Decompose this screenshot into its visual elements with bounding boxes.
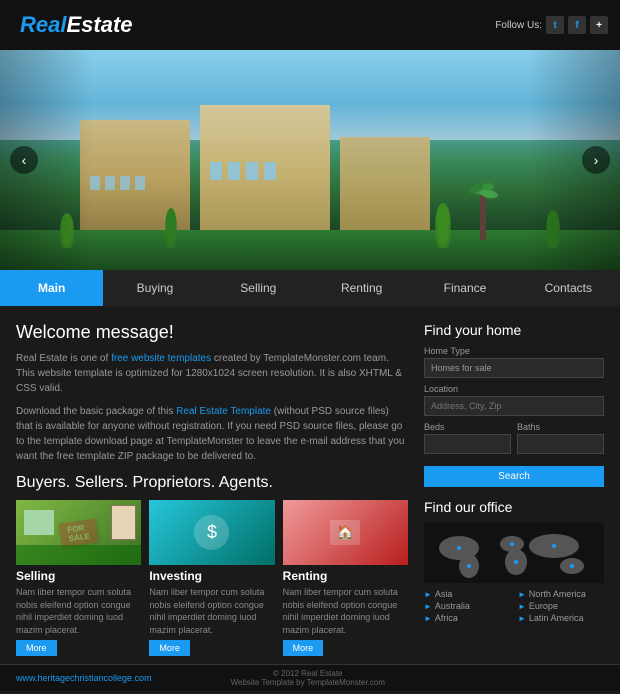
australia-label: Australia	[435, 601, 470, 611]
footer-url: www.heritagechristiancollege.com	[16, 673, 152, 683]
footer: www.heritagechristiancollege.com © 2012 …	[0, 664, 620, 691]
footer-copyright: © 2012 Real Estate	[231, 669, 385, 678]
real-estate-template-link[interactable]: Real Estate Template	[176, 406, 271, 417]
office-col-right: ► North America ► Europe ► Latin America	[518, 589, 604, 625]
welcome-text-1: Real Estate is one of free website templ…	[16, 351, 408, 396]
north-america-arrow-icon: ►	[518, 590, 526, 599]
beds-label: Beds	[424, 422, 511, 432]
region-asia: ► Asia	[424, 589, 510, 599]
hero-banner: ‹ ›	[0, 50, 620, 270]
investing-card-image: $	[149, 500, 274, 565]
region-latin-america: ► Latin America	[518, 613, 604, 623]
logo-box: RealEstate	[12, 8, 141, 42]
nav-finance[interactable]: Finance	[413, 270, 516, 306]
footer-center: © 2012 Real Estate Website Template by T…	[231, 669, 385, 687]
asia-arrow-icon: ►	[424, 590, 432, 599]
latin-america-label: Latin America	[529, 613, 584, 623]
latin-america-arrow-icon: ►	[518, 614, 526, 623]
selling-title: Selling	[16, 569, 141, 583]
world-map	[424, 523, 604, 583]
twitter-icon[interactable]: t	[546, 16, 564, 34]
renting-more-button[interactable]: More	[283, 640, 324, 656]
welcome-text-2: Download the basic package of this Real …	[16, 404, 408, 464]
facebook-icon[interactable]: f	[568, 16, 586, 34]
baths-label: Baths	[517, 422, 604, 432]
investing-title: Investing	[149, 569, 274, 583]
nav-renting[interactable]: Renting	[310, 270, 413, 306]
investing-text: Nam liber tempor cum soluta nobis eleife…	[149, 586, 274, 636]
find-office-section: Find our office	[424, 499, 604, 625]
region-africa: ► Africa	[424, 613, 510, 623]
nav-main[interactable]: Main	[0, 270, 103, 306]
renting-title: Renting	[283, 569, 408, 583]
welcome-title: Welcome message!	[16, 322, 408, 343]
main-content: Welcome message! Real Estate is one of f…	[16, 322, 424, 656]
hero-prev-button[interactable]: ‹	[10, 146, 38, 174]
asia-label: Asia	[435, 589, 453, 599]
selling-more-button[interactable]: More	[16, 640, 57, 656]
section-title: Buyers. Sellers. Proprietors. Agents.	[16, 474, 408, 492]
logo: RealEstate	[12, 8, 141, 42]
follow-us: Follow Us: t f +	[495, 16, 608, 34]
europe-label: Europe	[529, 601, 558, 611]
header: RealEstate Follow Us: t f +	[0, 0, 620, 50]
find-home-title: Find your home	[424, 322, 604, 338]
free-templates-link[interactable]: free website templates	[111, 353, 211, 364]
baths-group: Baths 1 2 3 4+	[517, 422, 604, 460]
office-col-left: ► Asia ► Australia ► Africa	[424, 589, 510, 625]
region-north-america: ► North America	[518, 589, 604, 599]
europe-arrow-icon: ►	[518, 602, 526, 611]
beds-select[interactable]: 1 2 3 4+	[424, 434, 511, 454]
north-america-label: North America	[529, 589, 586, 599]
selling-text: Nam liber tempor cum soluta nobis eleife…	[16, 586, 141, 636]
follow-label: Follow Us:	[495, 20, 542, 31]
navigation: Main Buying Selling Renting Finance Cont…	[0, 270, 620, 306]
selling-card-image: FORSALE	[16, 500, 141, 565]
content-area: Welcome message! Real Estate is one of f…	[0, 306, 620, 664]
beds-baths-row: Beds 1 2 3 4+ Baths 1 2 3	[424, 422, 604, 460]
renting-text: Nam liber tempor cum soluta nobis eleife…	[283, 586, 408, 636]
plus-icon[interactable]: +	[590, 16, 608, 34]
location-label: Location	[424, 384, 604, 394]
australia-arrow-icon: ►	[424, 602, 432, 611]
map-svg	[424, 526, 604, 581]
search-button[interactable]: Search	[424, 466, 604, 487]
office-regions: ► Asia ► Australia ► Africa ► No	[424, 589, 604, 625]
beds-group: Beds 1 2 3 4+	[424, 422, 511, 460]
region-europe: ► Europe	[518, 601, 604, 611]
nav-buying[interactable]: Buying	[103, 270, 206, 306]
africa-arrow-icon: ►	[424, 614, 432, 623]
sidebar: Find your home Home Type Homes for sale …	[424, 322, 604, 656]
footer-template: Website Template by TemplateMonster.com	[231, 678, 385, 687]
renting-card: 🏠 Renting Nam liber tempor cum soluta no…	[283, 500, 408, 656]
investing-card: $ Investing Nam liber tempor cum soluta …	[149, 500, 274, 656]
nav-selling[interactable]: Selling	[207, 270, 310, 306]
investing-more-button[interactable]: More	[149, 640, 190, 656]
logo-estate: Estate	[66, 12, 132, 37]
find-office-title: Find our office	[424, 499, 604, 515]
cards-container: FORSALE Selling Nam liber tempor cum sol…	[16, 500, 408, 656]
home-type-select[interactable]: Homes for sale Apartments Commercial	[424, 358, 604, 378]
selling-card: FORSALE Selling Nam liber tempor cum sol…	[16, 500, 141, 656]
location-input[interactable]	[424, 396, 604, 416]
nav-contacts[interactable]: Contacts	[517, 270, 620, 306]
find-home-section: Find your home Home Type Homes for sale …	[424, 322, 604, 487]
region-australia: ► Australia	[424, 601, 510, 611]
renting-card-image: 🏠	[283, 500, 408, 565]
africa-label: Africa	[435, 613, 458, 623]
hero-next-button[interactable]: ›	[582, 146, 610, 174]
baths-select[interactable]: 1 2 3 4+	[517, 434, 604, 454]
logo-real: Real	[20, 12, 66, 37]
home-type-label: Home Type	[424, 346, 604, 356]
